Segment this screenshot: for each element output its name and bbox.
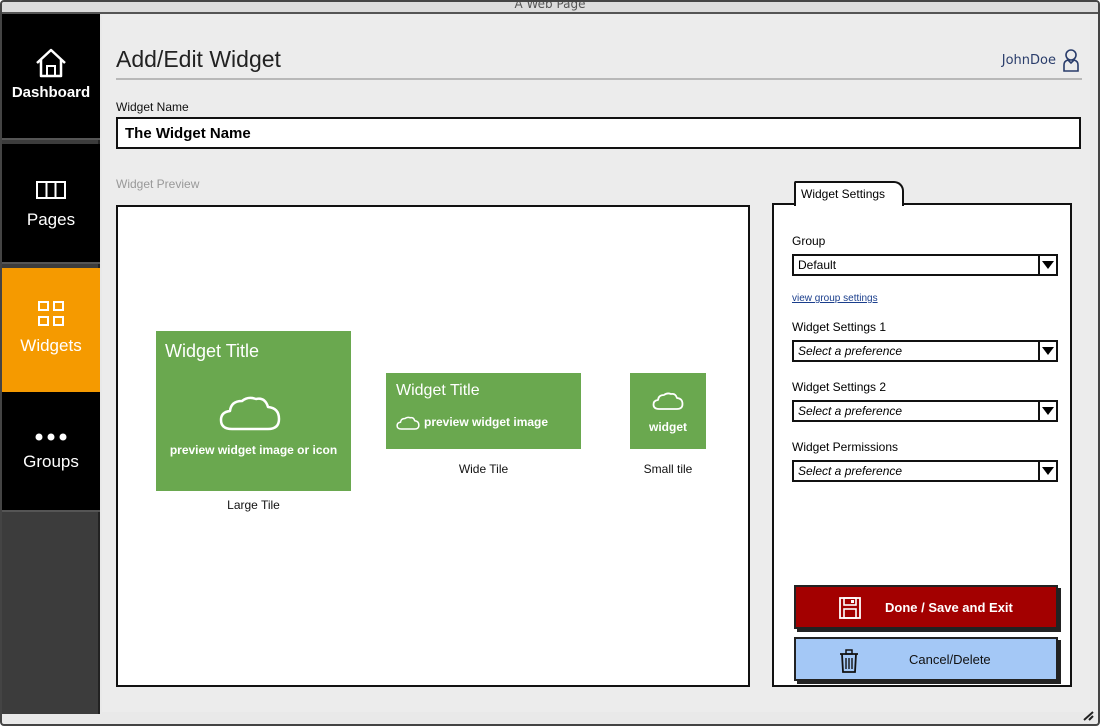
chevron-down-icon <box>1038 462 1056 480</box>
widget-name-input[interactable] <box>116 117 1081 149</box>
user-name: JohnDoe <box>1001 52 1056 68</box>
pages-icon <box>36 181 66 199</box>
user-menu[interactable]: JohnDoe <box>1002 48 1080 72</box>
sidebar-item-groups[interactable]: Groups <box>2 392 100 512</box>
widget-permissions-select[interactable]: Select a preference <box>792 460 1058 482</box>
sidebar: Dashboard Pages Widgets Groups <box>2 14 100 714</box>
widget-permissions-value: Select a preference <box>798 464 903 478</box>
group-label: Group <box>792 234 826 248</box>
widget-name-label: Widget Name <box>116 100 189 114</box>
trash-icon <box>840 649 858 673</box>
done-save-exit-button[interactable]: Done / Save and Exit <box>794 585 1058 629</box>
done-button-label: Done / Save and Exit <box>885 599 1013 615</box>
sidebar-item-label: Widgets <box>20 336 82 355</box>
cloud-icon <box>652 392 684 410</box>
widgets-grid-icon <box>38 301 64 326</box>
small-tile-caption: Small tile <box>643 462 693 476</box>
resize-grip-icon[interactable] <box>1080 711 1094 721</box>
sidebar-item-pages[interactable]: Pages <box>2 144 100 264</box>
chevron-down-icon <box>1038 256 1056 274</box>
large-tile-preview: Widget Title preview widget image or ico… <box>156 331 351 491</box>
wide-tile-caption: Wide Tile <box>458 462 509 476</box>
cloud-icon <box>219 396 281 431</box>
browser-window: A Web Page Dashboard Pages Widgets Group… <box>0 0 1100 726</box>
more-dots-icon <box>35 433 67 441</box>
view-group-settings-link[interactable]: view group settings <box>792 293 878 304</box>
cancel-button-label: Cancel/Delete <box>909 651 991 667</box>
save-floppy-icon <box>839 597 861 619</box>
widget-preview-label: Widget Preview <box>116 177 200 191</box>
widget-settings-panel: Group Default view group settings Widget… <box>772 203 1072 687</box>
wide-tile-preview: Widget Title preview widget image <box>386 373 581 449</box>
page-title: Add/Edit Widget <box>116 46 281 72</box>
sidebar-item-dashboard[interactable]: Dashboard <box>2 14 100 140</box>
tile-text: widget <box>649 420 687 434</box>
user-icon <box>1063 49 1079 72</box>
window-title: A Web Page <box>514 0 586 11</box>
widget-settings-2-label: Widget Settings 2 <box>792 380 887 394</box>
tile-text: preview widget image <box>424 415 549 429</box>
cancel-delete-button[interactable]: Cancel/Delete <box>794 637 1058 681</box>
widget-settings-1-select[interactable]: Select a preference <box>792 340 1058 362</box>
title-divider <box>116 78 1082 80</box>
tile-title: Widget Title <box>396 382 480 399</box>
sidebar-item-label: Groups <box>23 452 79 471</box>
tile-text: preview widget image or icon <box>169 443 338 457</box>
sidebar-item-label: Pages <box>26 210 76 229</box>
home-icon <box>36 48 66 78</box>
sidebar-item-widgets[interactable]: Widgets <box>2 268 100 392</box>
widget-settings-2-value: Select a preference <box>798 404 903 418</box>
window-title-bar: A Web Page <box>2 2 1098 14</box>
widget-settings-1-value: Select a preference <box>798 344 903 358</box>
small-tile-preview: widget <box>630 373 706 449</box>
cloud-icon <box>396 416 420 430</box>
large-tile-caption: Large Tile <box>227 498 280 512</box>
sidebar-item-label: Dashboard <box>11 84 91 101</box>
group-select-value: Default <box>798 258 837 272</box>
widget-settings-2-select[interactable]: Select a preference <box>792 400 1058 422</box>
tab-widget-settings[interactable]: Widget Settings <box>794 181 904 206</box>
widget-settings-1-label: Widget Settings 1 <box>792 320 887 334</box>
main-content: Add/Edit Widget JohnDoe Widget Name Widg… <box>102 14 1098 712</box>
tile-title: Widget Title <box>165 341 260 361</box>
widget-permissions-label: Widget Permissions <box>792 440 899 454</box>
group-select[interactable]: Default <box>792 254 1058 276</box>
chevron-down-icon <box>1038 402 1056 420</box>
widget-preview-panel: Widget Title preview widget image or ico… <box>116 205 750 687</box>
chevron-down-icon <box>1038 342 1056 360</box>
